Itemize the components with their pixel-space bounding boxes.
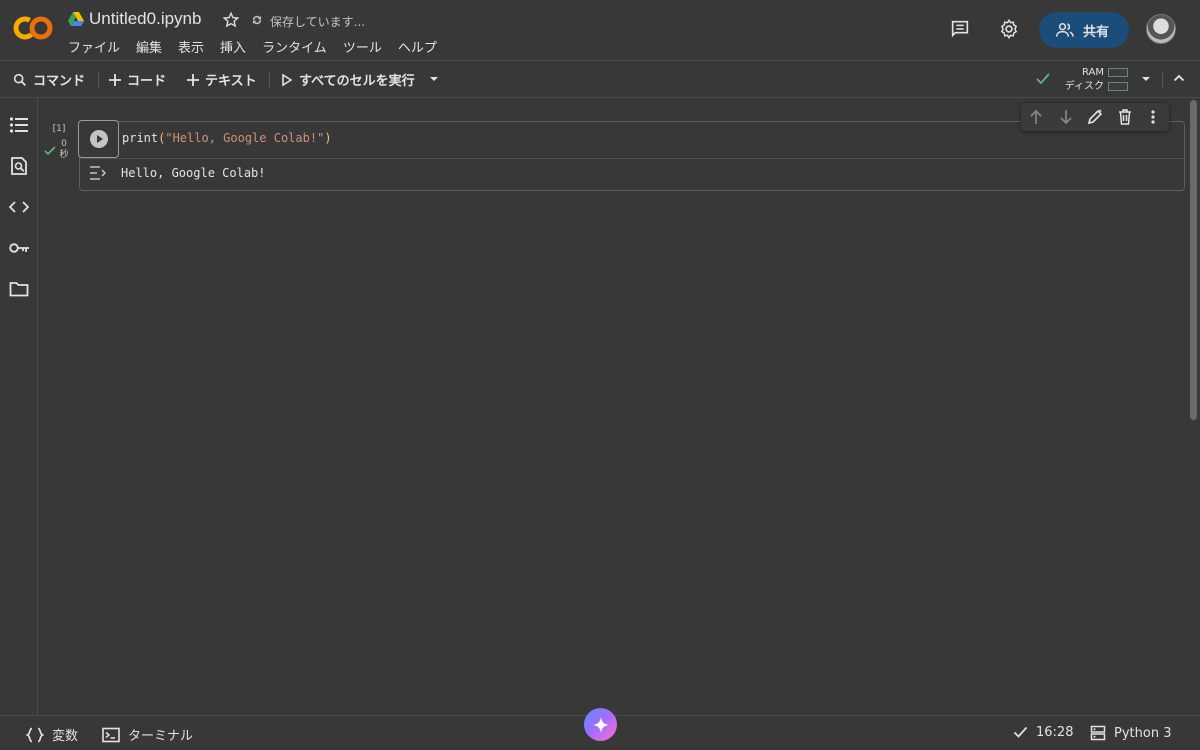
- command-button[interactable]: コマンド: [12, 70, 85, 89]
- braces-icon: [26, 727, 44, 742]
- run-all-label: すべてのセルを実行: [299, 74, 415, 89]
- saving-status: 保存しています...: [270, 15, 366, 29]
- command-label: コマンド: [33, 74, 86, 89]
- sync-icon: [250, 13, 264, 27]
- disk-label: ディスク: [1064, 81, 1104, 92]
- table-of-contents-icon[interactable]: [9, 116, 29, 134]
- menu-bar: ファイル 編集 表示 挿入 ランタイム ツール ヘルプ: [68, 37, 437, 56]
- menu-help[interactable]: ヘルプ: [398, 37, 437, 56]
- trash-icon[interactable]: [1117, 108, 1133, 126]
- chevron-up-icon: [1173, 74, 1185, 82]
- resource-labels[interactable]: RAM ディスク: [1062, 66, 1104, 94]
- comment-icon[interactable]: [949, 18, 971, 40]
- menu-file[interactable]: ファイル: [68, 37, 120, 56]
- code-function: print: [122, 131, 159, 145]
- play-outline-icon: [282, 73, 293, 86]
- share-label: 共有: [1083, 24, 1110, 40]
- vertical-scrollbar[interactable]: [1190, 100, 1197, 420]
- colab-logo[interactable]: [12, 14, 54, 42]
- run-all-button[interactable]: すべてのセルを実行: [280, 70, 415, 89]
- connected-check-icon: [1035, 72, 1051, 86]
- menu-view[interactable]: 表示: [178, 37, 204, 56]
- menu-runtime[interactable]: ランタイム: [262, 37, 327, 56]
- plus-icon: [187, 73, 199, 86]
- move-up-icon[interactable]: [1028, 108, 1044, 126]
- avatar[interactable]: [1146, 14, 1176, 44]
- runtime-button[interactable]: Python 3: [1090, 725, 1171, 741]
- ram-usage-bar: [1108, 68, 1128, 77]
- notebook-toolbar: コマンド コード テキスト すべてのセルを実行: [0, 60, 1200, 98]
- caret-down-icon: [430, 77, 438, 81]
- run-cell-button[interactable]: [78, 120, 119, 158]
- server-icon: [1090, 725, 1106, 741]
- add-code-label: コード: [127, 74, 167, 89]
- resources-dropdown[interactable]: [1140, 75, 1152, 83]
- output-actions-icon[interactable]: [88, 165, 108, 181]
- menu-tools[interactable]: ツール: [343, 37, 382, 56]
- toolbar-divider: [98, 71, 99, 89]
- sparkle-icon: [592, 716, 609, 733]
- search-icon: [13, 73, 26, 86]
- folder-icon[interactable]: [9, 281, 29, 297]
- terminal-button[interactable]: ターミナル: [102, 725, 193, 744]
- cell-output: Hello, Google Colab!: [121, 166, 266, 180]
- move-down-icon[interactable]: [1058, 108, 1074, 126]
- last-run-time: 16:28: [1036, 725, 1074, 740]
- menu-edit[interactable]: 編集: [136, 37, 162, 56]
- last-run-status[interactable]: 16:28: [1013, 725, 1073, 740]
- variables-button[interactable]: 変数: [26, 725, 78, 744]
- add-code-button[interactable]: コード: [108, 70, 166, 89]
- add-text-button[interactable]: テキスト: [186, 70, 257, 89]
- star-icon[interactable]: [222, 11, 240, 29]
- toolbar-divider: [269, 71, 270, 89]
- code-string: "Hello, Google Colab!": [165, 131, 325, 145]
- key-icon[interactable]: [9, 241, 31, 255]
- ram-label: RAM: [1081, 67, 1104, 78]
- left-sidebar: [0, 98, 38, 715]
- code-paren-close: ): [324, 131, 332, 145]
- code-snippets-icon[interactable]: [9, 200, 29, 214]
- runtime-label: Python 3: [1114, 725, 1172, 741]
- notebook-title[interactable]: Untitled0.ipynb: [89, 9, 201, 29]
- people-icon: [1055, 23, 1074, 37]
- edit-pen-icon[interactable]: [1086, 108, 1104, 126]
- gear-icon[interactable]: [998, 18, 1020, 40]
- terminal-label: ターミナル: [128, 729, 194, 744]
- share-button[interactable]: 共有: [1039, 12, 1129, 48]
- terminal-icon: [102, 727, 120, 742]
- code-editor[interactable]: print("Hello, Google Colab!"): [122, 131, 332, 145]
- run-options-dropdown[interactable]: [428, 75, 440, 83]
- variables-label: 変数: [52, 729, 79, 744]
- collapse-toolbar-button[interactable]: [1173, 73, 1185, 83]
- app-header: Untitled0.ipynb 保存しています... ファイル 編集 表示 挿入…: [0, 0, 1200, 60]
- drive-icon: [68, 12, 84, 26]
- execution-success-check-icon: [44, 146, 56, 156]
- find-replace-icon[interactable]: [9, 156, 29, 176]
- check-icon: [1013, 726, 1028, 738]
- cell-toolbar: [1021, 103, 1169, 131]
- add-text-label: テキスト: [205, 74, 257, 89]
- caret-down-icon: [1142, 77, 1150, 81]
- disk-usage-bar: [1108, 82, 1128, 91]
- menu-insert[interactable]: 挿入: [220, 37, 246, 56]
- more-vert-icon[interactable]: [1149, 108, 1157, 126]
- play-circle-icon: [89, 130, 108, 148]
- cell-output-divider: [80, 158, 1184, 159]
- execution-count: [1]: [52, 124, 66, 134]
- toolbar-divider: [1162, 71, 1163, 89]
- plus-icon: [109, 73, 121, 86]
- gemini-sparkle-button[interactable]: [584, 708, 617, 741]
